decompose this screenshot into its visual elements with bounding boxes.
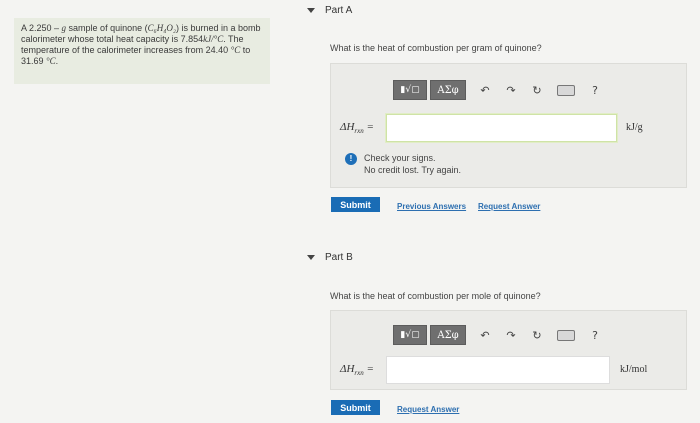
greek-symbols-button[interactable]: ΑΣφ: [430, 325, 466, 345]
part-b-title: Part B: [325, 252, 353, 263]
delta-h-symbol: ΔH: [340, 121, 355, 133]
part-a-header[interactable]: Part A: [307, 5, 352, 16]
equals-sign: =: [363, 121, 374, 133]
problem-text-2: sample of quinone (: [66, 23, 148, 33]
keyboard-icon[interactable]: [557, 84, 575, 96]
rxn-subscript: rxn: [354, 369, 364, 378]
equals-sign: =: [363, 363, 374, 375]
delta-h-symbol: ΔH: [340, 363, 355, 375]
celsius-2: °C: [46, 56, 56, 66]
redo-icon[interactable]: ↷: [501, 329, 521, 342]
part-b-variable-label: ΔHrxn =: [340, 363, 374, 377]
celsius-1: °C: [230, 45, 241, 55]
part-b-unit: kJ/mol: [620, 364, 648, 375]
previous-answers-link[interactable]: Previous Answers: [397, 202, 466, 211]
part-b-header[interactable]: Part B: [307, 252, 353, 263]
part-a-question: What is the heat of combustion per gram …: [330, 43, 542, 53]
collapse-caret-icon[interactable]: [307, 8, 315, 13]
templates-button[interactable]: ▮√▢: [393, 325, 427, 345]
reset-icon[interactable]: ↻: [527, 84, 547, 97]
problem-text-6: .: [55, 56, 59, 66]
part-a-variable-label: ΔHrxn =: [340, 121, 374, 135]
greek-symbols-button[interactable]: ΑΣφ: [430, 80, 466, 100]
keyboard-icon[interactable]: [557, 329, 575, 341]
collapse-caret-icon[interactable]: [307, 255, 315, 260]
feedback-line-1: Check your signs.: [364, 153, 436, 163]
part-a-feedback: ! Check your signs. No credit lost. Try …: [345, 152, 461, 176]
templates-button[interactable]: ▮√▢: [393, 80, 427, 100]
reset-icon[interactable]: ↻: [527, 329, 547, 342]
quinone-formula: C₆H₄O₂: [147, 23, 176, 33]
part-b-submit-button[interactable]: Submit: [331, 400, 380, 415]
part-b-request-answer-link[interactable]: Request Answer: [397, 405, 459, 414]
feedback-line-2: No credit lost. Try again.: [364, 165, 462, 175]
part-a-unit: kJ/g: [626, 122, 643, 133]
warning-icon: !: [345, 153, 357, 165]
part-a-submit-button[interactable]: Submit: [331, 197, 380, 212]
part-a-title: Part A: [325, 5, 353, 16]
part-b-question: What is the heat of combustion per mole …: [330, 291, 541, 301]
part-b-answer-input[interactable]: [386, 356, 610, 384]
problem-text-1: A 2.250 –: [21, 23, 62, 33]
part-a-math-toolbar: ▮√▢ ΑΣφ ↶ ↷ ↻ ?: [393, 79, 605, 101]
heat-capacity-unit: kJ/°C: [203, 34, 224, 44]
undo-icon[interactable]: ↶: [475, 84, 495, 97]
undo-icon[interactable]: ↶: [475, 329, 495, 342]
redo-icon[interactable]: ↷: [501, 84, 521, 97]
help-icon[interactable]: ?: [585, 329, 605, 342]
rxn-subscript: rxn: [354, 127, 364, 136]
part-b-math-toolbar: ▮√▢ ΑΣφ ↶ ↷ ↻ ?: [393, 324, 605, 346]
problem-statement: A 2.250 – g sample of quinone (C₆H₄O₂) i…: [14, 18, 270, 84]
part-a-answer-input[interactable]: [386, 114, 617, 142]
help-icon[interactable]: ?: [585, 84, 605, 97]
part-a-request-answer-link[interactable]: Request Answer: [478, 202, 540, 211]
